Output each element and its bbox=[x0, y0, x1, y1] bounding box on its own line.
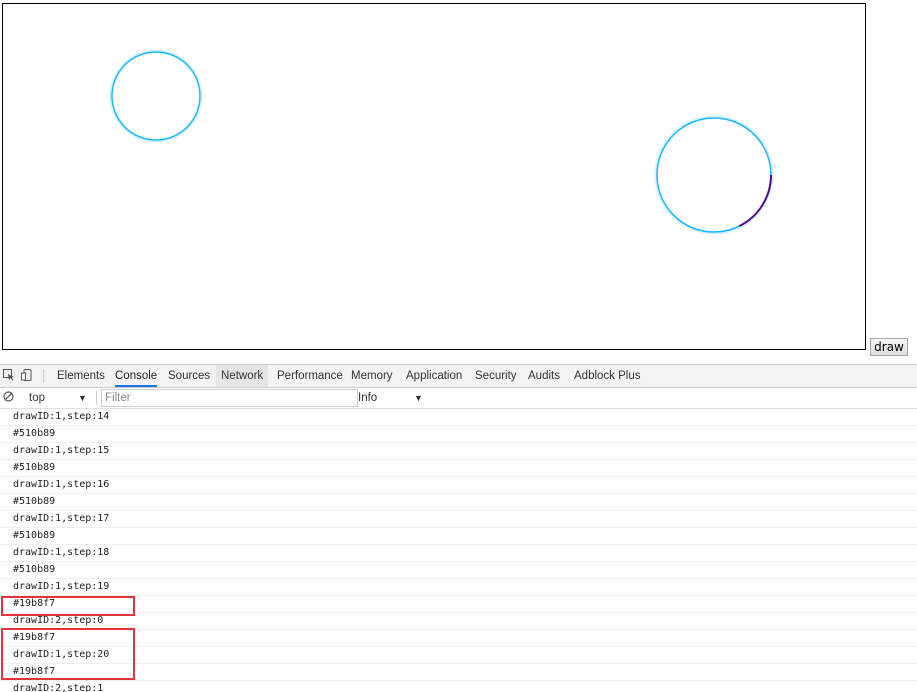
log-level-selector[interactable]: Info bbox=[358, 388, 377, 408]
console-line: drawID:1,step:16 bbox=[0, 477, 917, 494]
inspect-element-icon[interactable] bbox=[3, 369, 15, 381]
console-line: drawID:1,step:17 bbox=[0, 511, 917, 528]
console-line: #510b89 bbox=[0, 494, 917, 511]
context-dropdown-arrow-icon[interactable]: ▼ bbox=[78, 388, 87, 408]
console-line: #510b89 bbox=[0, 562, 917, 579]
devtools-panel: Elements Console Sources Network Perform… bbox=[0, 364, 917, 692]
devtools-tabbar: Elements Console Sources Network Perform… bbox=[0, 365, 917, 388]
console-messages: drawID:1,step:14 #510b89 drawID:1,step:1… bbox=[0, 409, 917, 692]
tab-memory[interactable]: Memory bbox=[351, 365, 393, 387]
console-line: drawID:1,step:20 bbox=[0, 647, 917, 664]
log-level-dropdown-arrow-icon[interactable]: ▼ bbox=[414, 388, 423, 408]
console-line: drawID:1,step:14 bbox=[0, 409, 917, 426]
clear-console-icon[interactable] bbox=[3, 391, 14, 402]
console-line: #510b89 bbox=[0, 460, 917, 477]
page: draw Elements Console Sources Network Pe… bbox=[0, 0, 917, 692]
canvas-drawing bbox=[109, 49, 774, 235]
tab-elements[interactable]: Elements bbox=[57, 365, 105, 387]
tab-audits[interactable]: Audits bbox=[528, 365, 560, 387]
console-line: #510b89 bbox=[0, 426, 917, 443]
tab-application[interactable]: Application bbox=[406, 365, 462, 387]
tab-security[interactable]: Security bbox=[475, 365, 517, 387]
console-line: drawID:1,step:19 bbox=[0, 579, 917, 596]
context-selector[interactable]: top bbox=[29, 388, 45, 408]
console-line: drawID:1,step:15 bbox=[0, 443, 917, 460]
drawing-canvas[interactable] bbox=[2, 3, 866, 350]
draw-button[interactable]: draw bbox=[870, 338, 908, 356]
console-line: #510b89 bbox=[0, 528, 917, 545]
circle-left bbox=[111, 51, 201, 141]
tab-sources[interactable]: Sources bbox=[168, 365, 210, 387]
tab-network[interactable]: Network bbox=[216, 365, 269, 387]
console-filterbar: top ▼ Info ▼ bbox=[0, 388, 917, 409]
console-line: #19b8f7 bbox=[0, 596, 917, 613]
console-line: drawID:1,step:18 bbox=[0, 545, 917, 562]
highlight-box-group bbox=[1, 628, 135, 680]
console-line: drawID:2,step:0 bbox=[0, 613, 917, 630]
console-line: #19b8f7 bbox=[0, 664, 917, 681]
highlight-box-single bbox=[1, 596, 135, 616]
toolbar-divider bbox=[43, 369, 44, 383]
tab-console[interactable]: Console bbox=[115, 365, 158, 387]
filter-input[interactable] bbox=[101, 389, 358, 407]
device-toolbar-icon[interactable] bbox=[21, 369, 33, 381]
tab-adblock-plus[interactable]: Adblock Plus bbox=[574, 365, 640, 387]
console-line: #19b8f7 bbox=[0, 630, 917, 647]
filter-divider bbox=[96, 391, 97, 405]
tab-performance[interactable]: Performance bbox=[277, 365, 343, 387]
console-line: drawID:2,step:1 bbox=[0, 681, 917, 692]
